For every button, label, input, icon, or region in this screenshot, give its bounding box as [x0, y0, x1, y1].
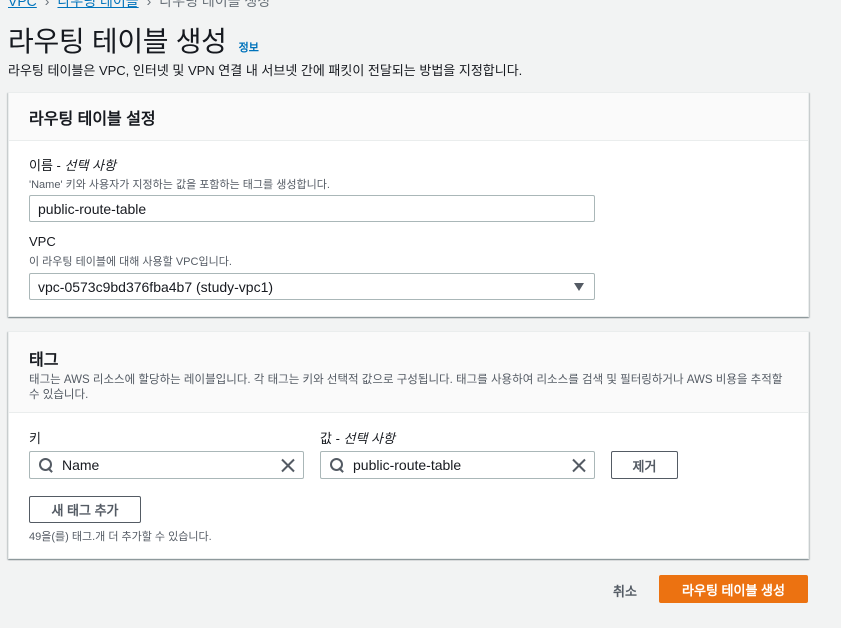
- tags-panel-header: 태그 태그는 AWS 리소스에 할당하는 레이블입니다. 각 태그는 키와 선택…: [9, 332, 808, 413]
- name-field-hint: 'Name' 키와 사용자가 지정하는 값을 포함하는 태그를 생성합니다.: [29, 179, 330, 191]
- vpc-field-hint: 이 라우팅 테이블에 대해 사용할 VPC입니다.: [29, 256, 232, 268]
- name-input[interactable]: public-route-table: [29, 195, 595, 222]
- tag-value-optional-text: 선택 사항: [343, 431, 395, 446]
- name-optional-text: 선택 사항: [64, 158, 116, 173]
- breadcrumb-vpc-link[interactable]: VPC: [8, 0, 37, 9]
- remove-tag-button[interactable]: 제거: [611, 451, 678, 479]
- cancel-button[interactable]: 취소: [613, 581, 637, 600]
- tag-key-label: 키: [29, 431, 41, 446]
- settings-panel-title: 라우팅 테이블 설정: [29, 110, 156, 128]
- caret-down-icon: [574, 283, 584, 291]
- tag-key-input[interactable]: Name: [29, 451, 304, 479]
- settings-panel-header: 라우팅 테이블 설정: [9, 93, 808, 141]
- breadcrumb-current: 라우팅 테이블 생성: [159, 0, 271, 9]
- tags-panel-title: 태그: [29, 352, 59, 369]
- search-icon: [38, 457, 54, 473]
- page-header: 라우팅 테이블 생성 정보: [8, 20, 259, 60]
- clear-value-icon[interactable]: [572, 458, 586, 472]
- breadcrumb-separator-icon: ›: [44, 0, 50, 9]
- name-label-text: 이름 -: [29, 158, 65, 173]
- search-icon: [329, 457, 345, 473]
- breadcrumb-separator-icon: ›: [146, 0, 152, 9]
- vpc-select[interactable]: vpc-0573c9bd376fba4b7 (study-vpc1): [29, 273, 595, 300]
- create-route-table-button[interactable]: 라우팅 테이블 생성: [659, 575, 808, 603]
- breadcrumb: VPC › 라우팅 테이블 › 라우팅 테이블 생성: [8, 0, 270, 11]
- route-table-settings-panel: 라우팅 테이블 설정 이름 - 선택 사항 'Name' 키와 사용자가 지정하…: [8, 92, 809, 317]
- name-input-value: public-route-table: [38, 200, 147, 217]
- vpc-select-value: vpc-0573c9bd376fba4b7 (study-vpc1): [38, 278, 274, 295]
- page-title: 라우팅 테이블 생성: [8, 26, 227, 57]
- tag-value-input-value: public-route-table: [353, 457, 462, 473]
- info-link[interactable]: 정보: [239, 39, 259, 55]
- vpc-field-label: VPC: [29, 234, 56, 249]
- clear-key-icon[interactable]: [281, 458, 295, 472]
- tag-key-input-value: Name: [62, 457, 100, 473]
- tags-panel-description: 태그는 AWS 리소스에 할당하는 레이블입니다. 각 태그는 키와 선택적 값…: [29, 374, 783, 401]
- tag-value-label-text: 값 -: [320, 431, 344, 446]
- add-tag-button[interactable]: 새 태그 추가: [29, 496, 141, 523]
- tag-value-label: 값 - 선택 사항: [320, 428, 395, 447]
- page-description: 라우팅 테이블은 VPC, 인터넷 및 VPN 연결 내 서브넷 간에 패킷이 …: [8, 63, 523, 78]
- breadcrumb-route-tables-link[interactable]: 라우팅 테이블: [57, 0, 138, 9]
- tag-value-input[interactable]: public-route-table: [320, 451, 595, 479]
- name-field-label: 이름 - 선택 사항: [29, 155, 116, 174]
- tags-panel: 태그 태그는 AWS 리소스에 할당하는 레이블입니다. 각 태그는 키와 선택…: [8, 331, 809, 559]
- tags-remaining-text: 49을(를) 태그.개 더 추가할 수 있습니다.: [29, 531, 212, 543]
